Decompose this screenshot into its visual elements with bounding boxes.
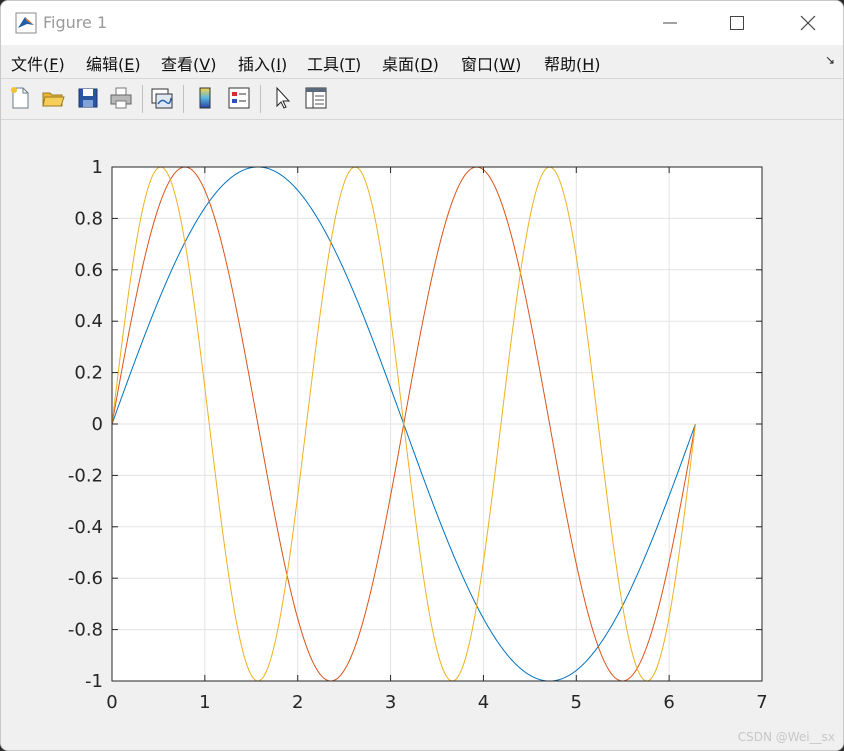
maximize-icon: [730, 16, 744, 30]
y-tick-label: -0.4: [68, 517, 103, 538]
open-file-button[interactable]: [39, 84, 67, 112]
dock-figure-icon[interactable]: ↘: [825, 53, 835, 67]
plot-axes[interactable]: 0 1 2 3 4 5 6 7 -1 -0.8 -0.6 -0.4 -0.2 0 0.2 0.4 0.6 0.8 1: [1, 120, 844, 751]
menu-edit[interactable]: 编辑(E): [86, 51, 141, 75]
open-file-icon: [42, 92, 65, 107]
pointer-icon: [276, 86, 291, 109]
title-bar[interactable]: Figure 1: [1, 1, 843, 45]
property-inspector-icon: [305, 87, 327, 109]
figure-canvas: 0 1 2 3 4 5 6 7 -1 -0.8 -0.6 -0.4 -0.2 0 0.2 0.4 0.6 0.8 1…: [1, 120, 844, 751]
close-button[interactable]: [775, 1, 841, 45]
y-tick-label: 0.6: [74, 260, 103, 281]
minimize-button[interactable]: [637, 1, 703, 45]
x-tick-label: 7: [756, 692, 767, 713]
pointer-button[interactable]: [269, 84, 297, 112]
x-tick-label: 2: [292, 692, 303, 713]
link-plot-button[interactable]: [148, 84, 176, 112]
new-figure-icon: [11, 87, 29, 109]
menu-desktop[interactable]: 桌面(D): [382, 51, 439, 75]
x-tick-label: 4: [478, 692, 489, 713]
maximize-button[interactable]: [704, 1, 770, 45]
window-title: Figure 1: [43, 13, 108, 32]
toolbar-separator: [183, 85, 184, 113]
print-icon: [110, 87, 132, 109]
figure-toolbar: [1, 79, 843, 119]
menu-bar: 文件(F) 编辑(E) 查看(V) 插入(I) 工具(T) 桌面(D) 窗口(W…: [1, 45, 843, 78]
y-tick-label: 0.8: [74, 208, 103, 229]
link-plot-icon: [151, 88, 173, 109]
menu-help[interactable]: 帮助(H): [544, 51, 601, 75]
y-tick-label: -0.8: [68, 620, 103, 641]
legend-button[interactable]: [225, 84, 253, 112]
matlab-icon: [15, 12, 37, 34]
menu-file[interactable]: 文件(F): [11, 51, 65, 75]
colorbar-icon: [199, 87, 211, 109]
figure-window: Figure 1 文件(F) 编辑(E) 查看(V) 插入(I) 工具(T) 桌…: [0, 0, 844, 751]
save-icon: [78, 88, 98, 108]
x-tick-label: 5: [571, 692, 582, 713]
x-tick-label: 0: [106, 692, 117, 713]
watermark: CSDN @Wei__sx: [737, 730, 835, 744]
menu-view[interactable]: 查看(V): [161, 51, 216, 75]
property-inspector-button[interactable]: [302, 84, 330, 112]
y-tick-label: 0.2: [74, 363, 103, 384]
toolbar-separator: [142, 85, 143, 113]
x-tick-label: 3: [385, 692, 396, 713]
y-tick-label: -1: [85, 671, 103, 692]
minimize-icon: [663, 22, 677, 24]
menu-insert[interactable]: 插入(I): [238, 51, 287, 75]
menu-window[interactable]: 窗口(W): [461, 51, 521, 75]
y-tick-label: 0.4: [74, 311, 103, 332]
legend-icon: [228, 87, 250, 109]
y-tick-label: -0.6: [68, 568, 103, 589]
y-tick-label: 1: [92, 157, 103, 178]
close-icon: [800, 15, 816, 31]
save-button[interactable]: [74, 84, 102, 112]
toolbar-separator: [260, 85, 261, 113]
colorbar-button[interactable]: [191, 84, 219, 112]
y-tick-label: 0: [92, 414, 103, 435]
y-tick-label: -0.2: [68, 465, 103, 486]
print-button[interactable]: [107, 84, 135, 112]
x-tick-label: 6: [663, 692, 674, 713]
menu-tools[interactable]: 工具(T): [307, 51, 361, 75]
x-tick-label: 1: [199, 692, 210, 713]
new-figure-button[interactable]: [6, 84, 34, 112]
